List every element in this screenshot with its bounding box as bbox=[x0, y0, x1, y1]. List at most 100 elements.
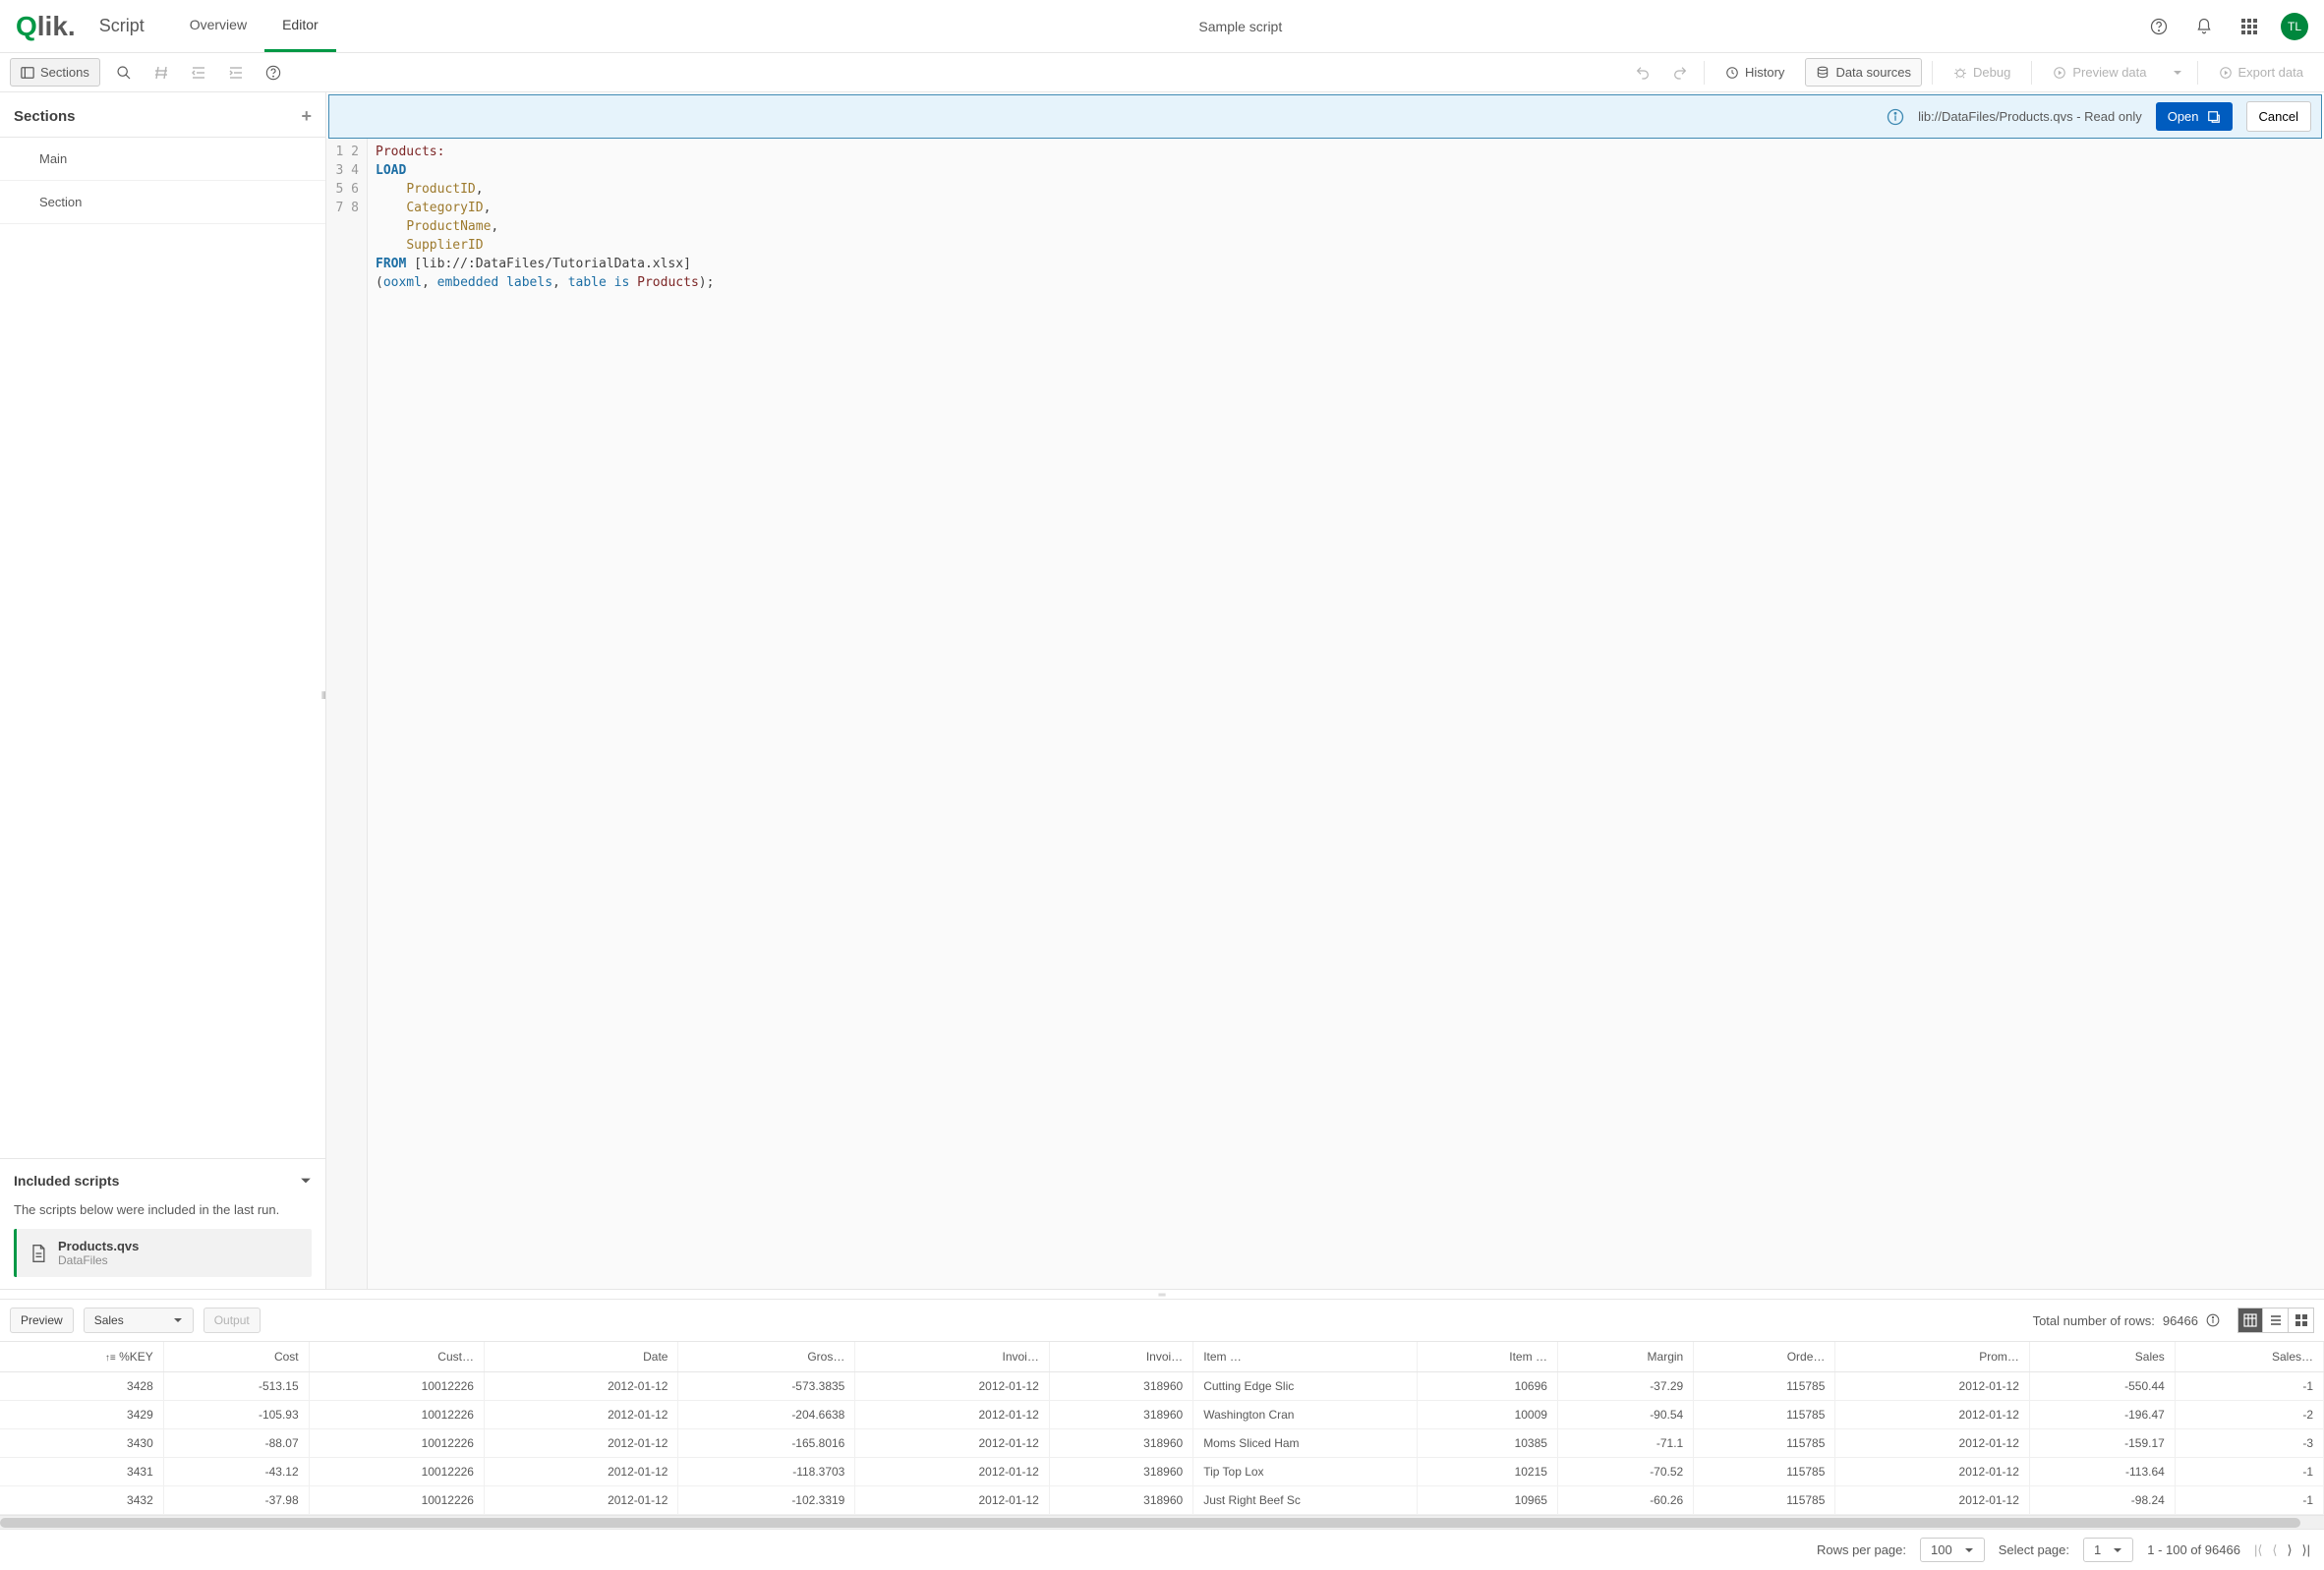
rows-per-page-select[interactable]: 100 bbox=[1920, 1538, 1985, 1562]
col-header[interactable]: ↑≡ %KEY bbox=[0, 1342, 163, 1372]
apps-grid-icon[interactable] bbox=[2236, 13, 2263, 40]
table-cell: 10009 bbox=[1417, 1401, 1557, 1429]
table-cell: -1 bbox=[2175, 1458, 2323, 1486]
table-cell: 2012-01-12 bbox=[1835, 1458, 2030, 1486]
search-icon[interactable] bbox=[110, 59, 138, 87]
table-cell: Moms Sliced Ham bbox=[1193, 1429, 1418, 1458]
line-gutter: 1 2 3 4 5 6 7 8 bbox=[326, 139, 368, 1289]
col-header[interactable]: Cost bbox=[163, 1342, 309, 1372]
table-cell: 115785 bbox=[1694, 1486, 1835, 1515]
sidebar: Sections + Main Section Included scripts… bbox=[0, 92, 326, 1289]
table-cell: 318960 bbox=[1049, 1372, 1192, 1401]
table-cell: 10696 bbox=[1417, 1372, 1557, 1401]
history-button[interactable]: History bbox=[1714, 58, 1795, 87]
col-header[interactable]: Invoi… bbox=[1049, 1342, 1192, 1372]
table-row[interactable]: 3430-88.07100122262012-01-12-165.8016201… bbox=[0, 1429, 2324, 1458]
table-cell: 318960 bbox=[1049, 1458, 1192, 1486]
table-cell: 10965 bbox=[1417, 1486, 1557, 1515]
sections-toggle-button[interactable]: Sections bbox=[10, 58, 100, 87]
table-cell: 3429 bbox=[0, 1401, 163, 1429]
data-sources-button[interactable]: Data sources bbox=[1805, 58, 1922, 87]
table-cell: 10215 bbox=[1417, 1458, 1557, 1486]
debug-button: Debug bbox=[1943, 58, 2021, 87]
add-section-button[interactable]: + bbox=[301, 106, 312, 127]
help-editor-icon[interactable] bbox=[260, 59, 287, 87]
next-page-icon[interactable]: ⟩ bbox=[2287, 1542, 2292, 1558]
prev-page-icon[interactable]: ⟨ bbox=[2272, 1542, 2277, 1558]
table-row[interactable]: 3432-37.98100122262012-01-12-102.3319201… bbox=[0, 1486, 2324, 1515]
table-cell: -37.98 bbox=[163, 1486, 309, 1515]
table-row[interactable]: 3429-105.93100122262012-01-12-204.663820… bbox=[0, 1401, 2324, 1429]
section-item-section[interactable]: Section bbox=[0, 181, 325, 224]
table-cell: 10385 bbox=[1417, 1429, 1557, 1458]
table-cell: 2012-01-12 bbox=[484, 1401, 678, 1429]
table-cell: 2012-01-12 bbox=[1835, 1429, 2030, 1458]
script-label: Script bbox=[99, 16, 145, 36]
table-cell: -43.12 bbox=[163, 1458, 309, 1486]
table-cell: 2012-01-12 bbox=[1835, 1372, 2030, 1401]
col-header[interactable]: Date bbox=[484, 1342, 678, 1372]
tab-overview[interactable]: Overview bbox=[172, 0, 264, 52]
output-button: Output bbox=[203, 1308, 261, 1333]
preview-button[interactable]: Preview bbox=[10, 1308, 74, 1333]
table-cell: 115785 bbox=[1694, 1458, 1835, 1486]
code-editor[interactable]: 1 2 3 4 5 6 7 8 Products: LOAD ProductID… bbox=[326, 139, 2324, 1289]
readonly-notice: lib://DataFiles/Products.qvs - Read only… bbox=[328, 94, 2322, 139]
table-view-icon[interactable] bbox=[2237, 1308, 2263, 1333]
brand-logo: Qlik. bbox=[16, 11, 76, 42]
col-header[interactable]: Sales bbox=[2029, 1342, 2175, 1372]
col-header[interactable]: Sales… bbox=[2175, 1342, 2323, 1372]
col-header[interactable]: Gros… bbox=[678, 1342, 855, 1372]
col-header[interactable]: Prom… bbox=[1835, 1342, 2030, 1372]
table-cell: -118.3703 bbox=[678, 1458, 855, 1486]
comment-toggle-icon[interactable] bbox=[147, 59, 175, 87]
select-page-select[interactable]: 1 bbox=[2083, 1538, 2133, 1562]
rows-per-page-label: Rows per page: bbox=[1817, 1542, 1906, 1557]
table-cell: -3 bbox=[2175, 1429, 2323, 1458]
avatar[interactable]: TL bbox=[2281, 13, 2308, 40]
table-cell: -573.3835 bbox=[678, 1372, 855, 1401]
table-cell: 10012226 bbox=[309, 1458, 484, 1486]
grid-view-icon[interactable] bbox=[2289, 1308, 2314, 1333]
table-cell: -60.26 bbox=[1557, 1486, 1693, 1515]
open-button[interactable]: Open bbox=[2156, 102, 2233, 131]
table-cell: 2012-01-12 bbox=[855, 1401, 1050, 1429]
tab-editor[interactable]: Editor bbox=[264, 0, 336, 52]
table-cell: -37.29 bbox=[1557, 1372, 1693, 1401]
info-small-icon[interactable] bbox=[2206, 1313, 2220, 1327]
list-view-icon[interactable] bbox=[2263, 1308, 2289, 1333]
table-row[interactable]: 3428-513.15100122262012-01-12-573.383520… bbox=[0, 1372, 2324, 1401]
cancel-button[interactable]: Cancel bbox=[2246, 101, 2311, 132]
table-cell: 2012-01-12 bbox=[484, 1372, 678, 1401]
pagination-footer: Rows per page: 100 Select page: 1 1 - 10… bbox=[0, 1529, 2324, 1570]
table-select[interactable]: Sales bbox=[84, 1308, 194, 1333]
chevron-down-icon[interactable] bbox=[300, 1175, 312, 1187]
undo-icon[interactable] bbox=[1629, 59, 1656, 87]
horizontal-scrollbar[interactable] bbox=[0, 1515, 2324, 1529]
info-icon bbox=[1887, 108, 1904, 126]
table-cell: -113.64 bbox=[2029, 1458, 2175, 1486]
help-icon[interactable] bbox=[2145, 13, 2173, 40]
sections-heading: Sections bbox=[14, 108, 76, 125]
table-cell: 10012226 bbox=[309, 1372, 484, 1401]
sidebar-resize-handle[interactable]: ⦀ bbox=[321, 691, 329, 709]
table-cell: Tip Top Lox bbox=[1193, 1458, 1418, 1486]
section-item-main[interactable]: Main bbox=[0, 138, 325, 181]
table-row[interactable]: 3431-43.12100122262012-01-12-118.3703201… bbox=[0, 1458, 2324, 1486]
redo-icon[interactable] bbox=[1666, 59, 1694, 87]
table-cell: -159.17 bbox=[2029, 1429, 2175, 1458]
indent-icon[interactable] bbox=[185, 59, 212, 87]
first-page-icon[interactable]: |⟨ bbox=[2254, 1542, 2262, 1558]
last-page-icon[interactable]: ⟩| bbox=[2302, 1542, 2310, 1558]
col-header[interactable]: Margin bbox=[1557, 1342, 1693, 1372]
outdent-icon[interactable] bbox=[222, 59, 250, 87]
col-header[interactable]: Item … bbox=[1193, 1342, 1418, 1372]
col-header[interactable]: Cust… bbox=[309, 1342, 484, 1372]
included-script-item[interactable]: Products.qvs DataFiles bbox=[14, 1229, 312, 1277]
col-header[interactable]: Orde… bbox=[1694, 1342, 1835, 1372]
vertical-resize-handle[interactable]: ═ bbox=[0, 1289, 2324, 1299]
table-cell: -90.54 bbox=[1557, 1401, 1693, 1429]
col-header[interactable]: Invoi… bbox=[855, 1342, 1050, 1372]
col-header[interactable]: Item … bbox=[1417, 1342, 1557, 1372]
bell-icon[interactable] bbox=[2190, 13, 2218, 40]
